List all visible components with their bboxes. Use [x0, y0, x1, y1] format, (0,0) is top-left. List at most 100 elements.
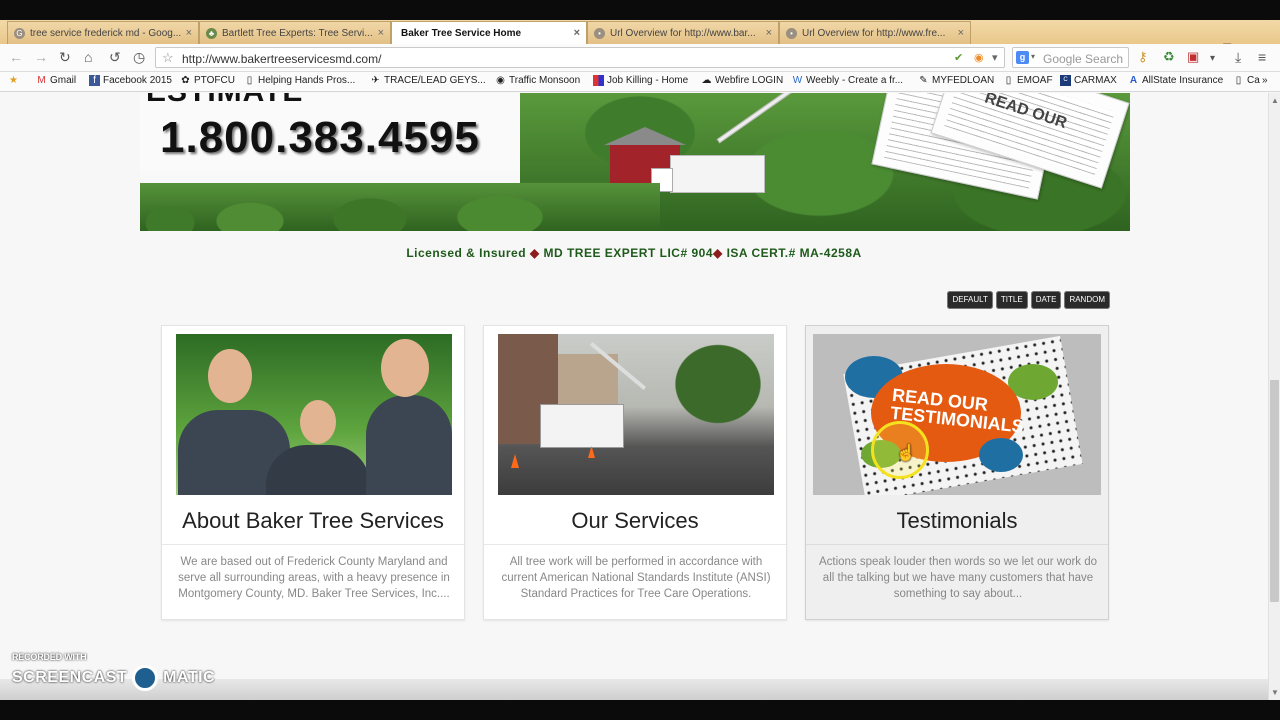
bookmark-job-killing[interactable]: Job Killing - Home — [593, 75, 688, 86]
bookmark-trace-lead[interactable]: ✈ TRACE/LEAD GEYS... — [370, 75, 485, 86]
card-title[interactable]: Testimonials — [806, 508, 1108, 534]
url-dropdown-icon[interactable]: ▾ — [992, 51, 998, 64]
job-killing-icon — [593, 75, 604, 86]
bookmark-ptofcu[interactable]: ✿ PTOFCU — [180, 75, 235, 86]
search-box[interactable]: g ▾ Google Search — [1012, 47, 1129, 68]
bookmark-weebly[interactable]: W Weebly - Create a fr... — [792, 75, 903, 86]
close-icon[interactable]: × — [766, 27, 772, 39]
card-about[interactable]: About Baker Tree Services We are based o… — [161, 325, 465, 620]
bookmark-star-icon[interactable]: ☆ — [162, 50, 174, 66]
forward-arrow-icon[interactable]: → — [34, 49, 48, 65]
back-arrow-icon[interactable]: ← — [9, 49, 23, 65]
tab-google-search[interactable]: Gtree service frederick md - Goog... × — [7, 21, 199, 44]
bookmark-label: Weebly - Create a fr... — [806, 75, 904, 86]
close-icon[interactable]: × — [574, 27, 580, 39]
team-photo[interactable] — [176, 334, 452, 495]
home-icon[interactable]: ⌂ — [84, 49, 92, 65]
page-icon: ▯ — [1235, 75, 1242, 86]
rss-icon[interactable]: ◉ — [974, 51, 984, 64]
bookmark-traffic-monsoon[interactable]: ◉ Traffic Monsoon — [495, 75, 580, 86]
bookmark-carmax[interactable]: C CARMAX — [1060, 75, 1117, 86]
addon-red-icon[interactable]: ▣ — [1187, 49, 1199, 65]
treeline-image — [140, 183, 660, 231]
tree-icon: ♣ — [206, 28, 217, 39]
key-icon[interactable]: ⚷ — [1138, 49, 1148, 65]
letterbox-bottom — [0, 700, 1280, 720]
webfire-icon: ☁ — [701, 75, 712, 86]
bookmark-label: Helping Hands Pros... — [258, 75, 356, 86]
scroll-down-icon[interactable]: ▼ — [1271, 688, 1279, 697]
myfedloan-icon: ✎ — [919, 75, 928, 86]
phone-number[interactable]: 1.800.383.4595 — [160, 113, 480, 163]
bookmark-label: Ca — [1247, 75, 1260, 86]
menu-icon[interactable]: ≡ — [1258, 49, 1266, 65]
tab-label: tree service frederick md - Goog... — [30, 28, 182, 39]
bookmark-allstate[interactable]: A AllState Insurance — [1128, 75, 1223, 86]
sort-default-button[interactable]: DEFAULT — [947, 291, 993, 309]
ptofcu-icon: ✿ — [181, 75, 190, 86]
sort-random-button[interactable]: RANDOM — [1064, 291, 1110, 309]
bucket-truck-image — [651, 155, 765, 193]
navigation-toolbar: ← → ↻ ⌂ ↺ ◷ ☆ http://www.bakertreeservic… — [0, 44, 1280, 72]
close-icon[interactable]: × — [186, 27, 192, 39]
divider — [162, 544, 464, 545]
sort-controls: DEFAULT TITLE DATE RANDOM — [944, 289, 1110, 309]
bookmark-label: CARMAX — [1074, 75, 1117, 86]
page-icon: ▯ — [246, 75, 253, 86]
address-bar[interactable]: ☆ http://www.bakertreeservicesmd.com/ ✔ … — [155, 47, 1005, 68]
tab-baker-tree[interactable]: Baker Tree Service Home × — [391, 21, 587, 45]
scroll-up-icon[interactable]: ▲ — [1271, 96, 1279, 105]
diamond-icon: ◆ — [713, 246, 723, 260]
bookmark-label: Webfire LOGIN — [715, 75, 784, 86]
tab-label: Bartlett Tree Experts: Tree Servi... — [222, 28, 373, 39]
close-icon[interactable]: × — [378, 27, 384, 39]
bookmark-ca[interactable]: ▯ Ca — [1233, 75, 1263, 86]
card-testimonials[interactable]: READ OUR TESTIMONIALS Testimonials Actio… — [805, 325, 1109, 620]
reload-icon[interactable]: ↻ — [59, 49, 71, 65]
bookmarks-star-icon[interactable]: ★ — [9, 75, 18, 86]
search-placeholder: Google Search — [1043, 52, 1124, 66]
bookmark-facebook[interactable]: f Facebook 2015 — [89, 75, 172, 86]
tab-label: Url Overview for http://www.fre... — [802, 28, 946, 39]
bookmark-label: Facebook 2015 — [103, 75, 172, 86]
screen: Gtree service frederick md - Goog... × ♣ B… — [0, 0, 1280, 720]
sort-date-button[interactable]: DATE — [1030, 291, 1062, 309]
tab-bartlett[interactable]: ♣ Bartlett Tree Experts: Tree Servi... × — [199, 21, 391, 44]
download-icon[interactable]: ⤓ — [1235, 49, 1241, 65]
watermark-recorded: RECORDED WITH — [12, 652, 87, 662]
address-url[interactable]: http://www.bakertreeservicesmd.com/ — [182, 52, 381, 66]
page-icon: • — [594, 28, 605, 39]
card-title[interactable]: About Baker Tree Services — [162, 508, 464, 534]
diamond-icon: ◆ — [529, 246, 540, 260]
street-truck-photo[interactable] — [498, 334, 774, 495]
tab-url-overview-2[interactable]: • Url Overview for http://www.fre... × — [779, 21, 971, 44]
allstate-icon: A — [1129, 75, 1138, 86]
sort-title-button[interactable]: TITLE — [995, 291, 1028, 309]
addon-green-icon[interactable]: ♻ — [1163, 49, 1175, 65]
tab-label: Baker Tree Service Home — [401, 28, 522, 39]
addon-dropdown-icon[interactable]: ▾ — [1210, 51, 1215, 67]
scrollbar-thumb[interactable] — [1270, 380, 1279, 602]
card-description: Actions speak louder then words so we le… — [818, 556, 1098, 600]
history-clock-icon[interactable]: ◷ — [133, 49, 145, 65]
engine-dropdown-icon[interactable]: ▾ — [1031, 52, 1035, 61]
close-icon[interactable]: × — [958, 27, 964, 39]
bookmark-helping-hands[interactable]: ▯ Helping Hands Pros... — [244, 75, 356, 86]
card-title[interactable]: Our Services — [484, 508, 786, 534]
bookmark-gmail[interactable]: M Gmail — [36, 75, 76, 86]
tab-url-overview-1[interactable]: • Url Overview for http://www.bar... × — [587, 21, 779, 44]
truck — [540, 404, 624, 448]
card-description: All tree work will be performed in accor… — [501, 556, 771, 600]
testimonials-image[interactable]: READ OUR TESTIMONIALS — [813, 334, 1101, 495]
bookmark-webfire[interactable]: ☁ Webfire LOGIN — [701, 75, 784, 86]
bookmark-emoaf[interactable]: ▯ EMOAF — [1003, 75, 1053, 86]
card-services[interactable]: Our Services All tree work will be perfo… — [483, 325, 787, 620]
bookmarks-overflow-icon[interactable]: » — [1262, 75, 1268, 86]
undo-close-tab-icon[interactable]: ↺ — [109, 49, 121, 65]
bookmark-myfedloan[interactable]: ✎ MYFEDLOAN — [918, 75, 994, 86]
bookmark-label: EMOAF — [1017, 75, 1053, 86]
addon-icon[interactable]: ✔ — [954, 51, 963, 64]
vertical-scrollbar[interactable]: ▲ ▼ — [1268, 93, 1280, 700]
page-icon: ▯ — [1005, 75, 1012, 86]
google-engine-icon[interactable]: g — [1016, 51, 1029, 64]
